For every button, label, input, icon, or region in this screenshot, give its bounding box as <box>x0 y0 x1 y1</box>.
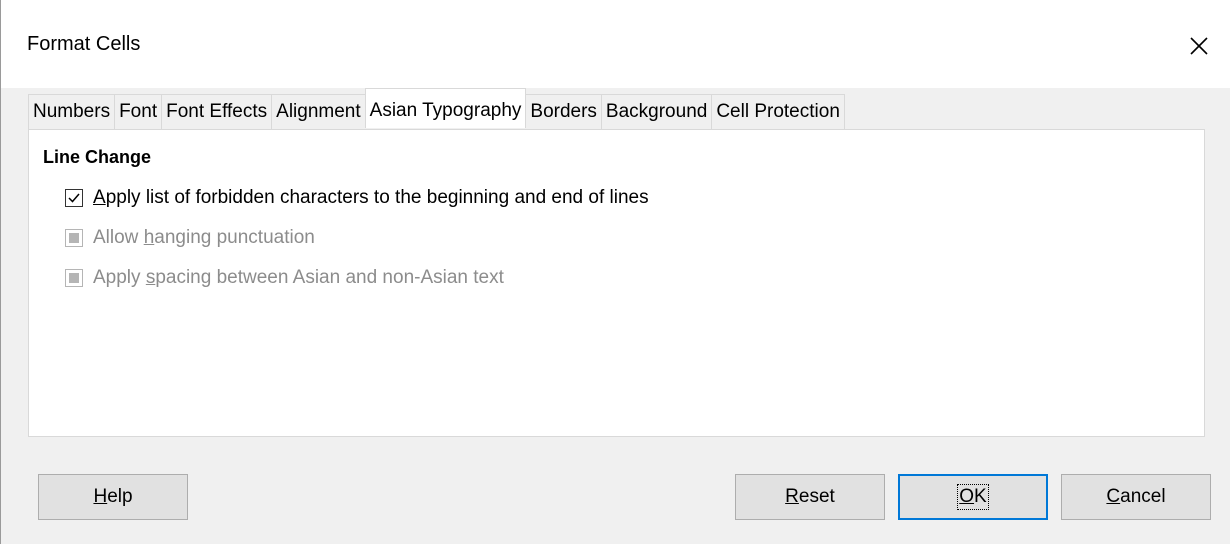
format-cells-dialog: Format Cells Numbers Font Font Effects A… <box>0 0 1230 544</box>
checkbox-indeterminate-disabled <box>65 229 83 247</box>
checkbox-indeterminate-disabled <box>65 269 83 287</box>
tab-alignment[interactable]: Alignment <box>271 94 365 129</box>
close-button[interactable] <box>1181 28 1217 64</box>
section-title-line-change: Line Change <box>43 147 152 167</box>
dialog-title: Format Cells <box>27 33 141 55</box>
tab-bar: Numbers Font Font Effects Alignment Asia… <box>28 88 845 129</box>
checkbox-label: Allow hanging punctuation <box>93 227 315 248</box>
forbidden-characters-checkbox[interactable]: Apply list of forbidden characters to th… <box>65 185 649 211</box>
cancel-button[interactable]: Cancel <box>1061 474 1211 520</box>
reset-button[interactable]: Reset <box>735 474 885 520</box>
title-bar: Format Cells <box>1 0 1230 88</box>
tab-font-effects[interactable]: Font Effects <box>161 94 272 129</box>
tab-numbers[interactable]: Numbers <box>28 94 115 129</box>
asian-spacing-checkbox: Apply spacing between Asian and non-Asia… <box>65 265 504 291</box>
hanging-punctuation-checkbox: Allow hanging punctuation <box>65 225 315 251</box>
asian-typography-panel: Line Change Apply list of forbidden char… <box>28 129 1205 437</box>
tab-asian-typography[interactable]: Asian Typography <box>364 88 527 128</box>
focus-indicator: OK <box>957 484 989 510</box>
tab-font[interactable]: Font <box>114 94 162 129</box>
checkmark-icon <box>68 193 80 203</box>
close-icon <box>1190 37 1208 55</box>
checkbox-checked[interactable] <box>65 189 83 207</box>
help-button[interactable]: Help <box>38 474 188 520</box>
checkbox-label: Apply spacing between Asian and non-Asia… <box>93 267 504 288</box>
tab-borders[interactable]: Borders <box>526 94 601 129</box>
tab-cell-protection[interactable]: Cell Protection <box>711 94 845 129</box>
tab-background[interactable]: Background <box>600 94 712 129</box>
checkbox-label: Apply list of forbidden characters to th… <box>93 187 649 208</box>
ok-button[interactable]: OK <box>898 474 1048 520</box>
